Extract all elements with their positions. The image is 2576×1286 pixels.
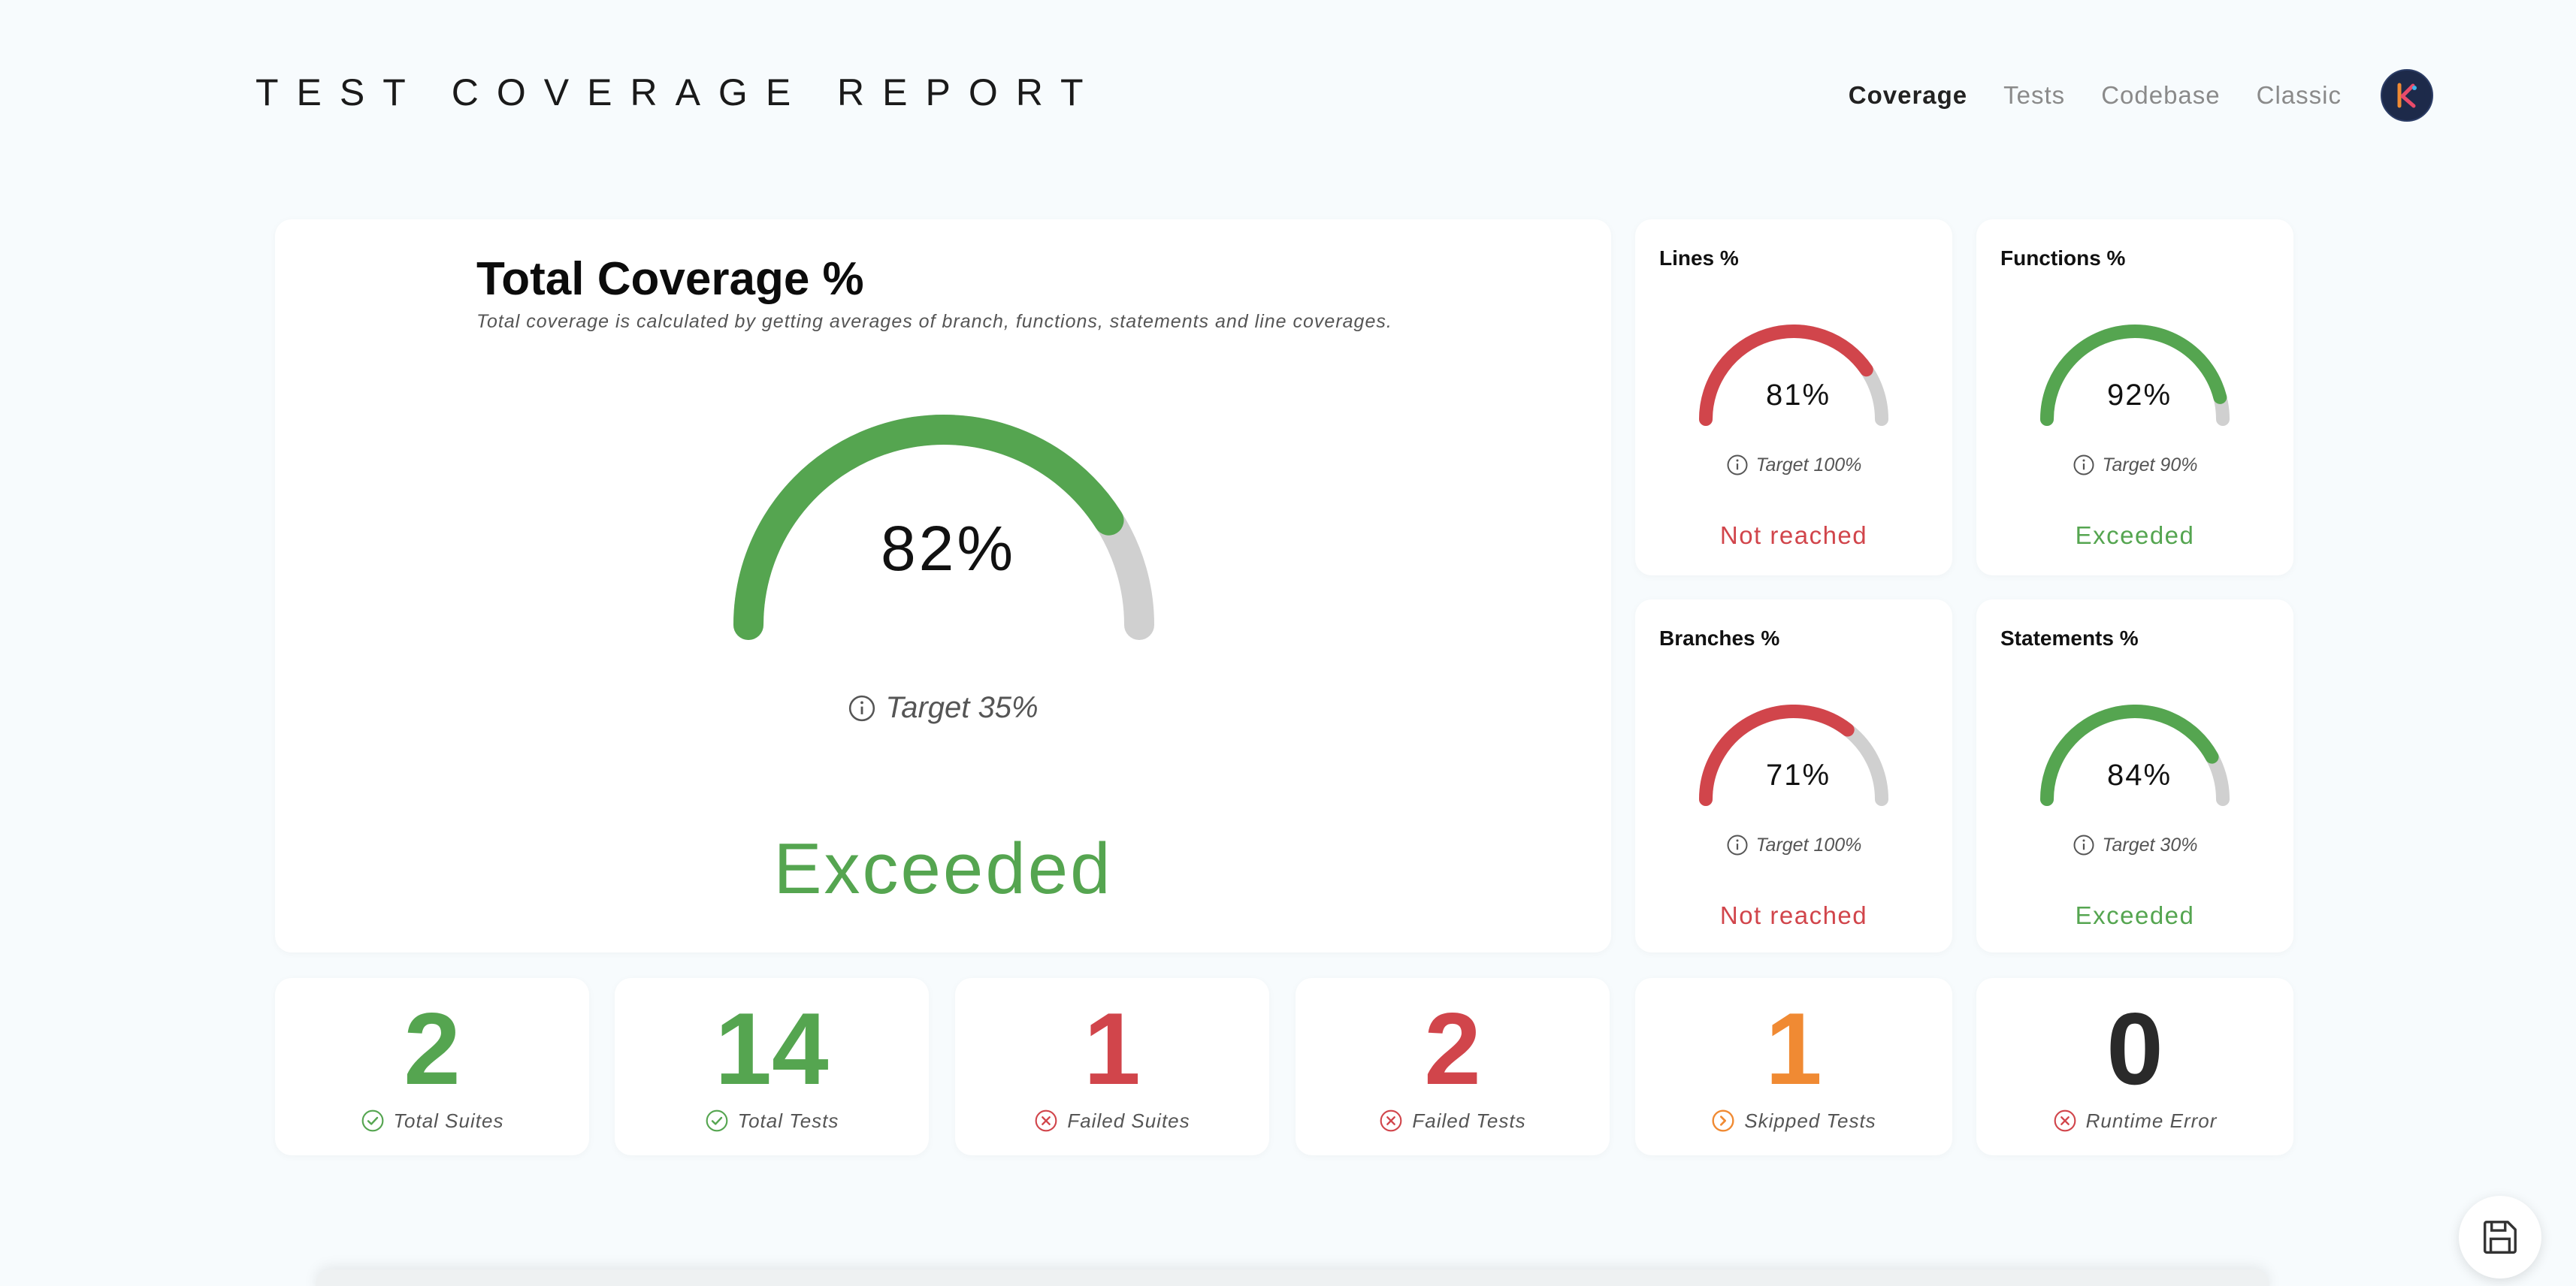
logo-icon [2389, 77, 2425, 113]
x-circle-icon [2053, 1109, 2077, 1133]
nav-tests[interactable]: Tests [2003, 81, 2065, 110]
target-label: Target 100% [1755, 454, 1862, 475]
metric-status: Exceeded [2075, 901, 2195, 929]
top-nav: Coverage Tests Codebase Classic [1849, 69, 2433, 122]
target-label: Target 35% [885, 691, 1039, 724]
check-circle-icon [705, 1109, 729, 1133]
stat-label: Skipped Tests [1635, 1109, 1952, 1133]
info-icon [1727, 454, 1748, 475]
target-label: Target 100% [1755, 834, 1862, 856]
nav-codebase[interactable]: Codebase [2101, 81, 2220, 110]
info-icon [849, 695, 875, 721]
metric-target: Target 30% [1976, 834, 2293, 856]
check-circle-icon [361, 1109, 385, 1133]
stat-value: 14 [715, 992, 829, 1106]
lines-coverage-card: Lines % 81% Target 100% Not reached [1635, 219, 1952, 575]
stat-label-text: Skipped Tests [1744, 1109, 1876, 1132]
stat-label: Failed Suites [955, 1109, 1269, 1133]
functions-coverage-card: Functions % 92% Target 90% Exceeded [1976, 219, 2293, 575]
total-coverage-card: Total Coverage % Total coverage is calcu… [275, 219, 1611, 952]
target-label: Target 30% [2102, 834, 2198, 856]
info-icon [2073, 835, 2094, 856]
total-coverage-value: 82% [880, 513, 1017, 584]
stat-value: 1 [1084, 992, 1141, 1106]
stat-label-text: Failed Suites [1067, 1109, 1190, 1132]
total-coverage-title: Total Coverage % [476, 253, 864, 305]
metric-title: Statements % [2000, 626, 2139, 650]
metric-target: Target 100% [1635, 454, 1952, 476]
nav-coverage[interactable]: Coverage [1849, 81, 1967, 110]
metric-status: Not reached [1719, 901, 1868, 929]
save-button[interactable] [2459, 1196, 2541, 1278]
stat-value: 2 [1424, 992, 1481, 1106]
total-coverage-target: Target 35% [275, 691, 1611, 725]
info-icon [1727, 835, 1748, 856]
skip-circle-icon [1711, 1109, 1735, 1133]
metric-value: 81% [1765, 379, 1831, 412]
avatar[interactable] [2381, 69, 2433, 122]
stat-label-text: Runtime Error [2085, 1109, 2218, 1132]
stat-label: Total Tests [615, 1109, 929, 1133]
nav-classic[interactable]: Classic [2257, 81, 2342, 110]
metric-value: 92% [2106, 379, 2172, 412]
info-icon [2073, 454, 2094, 475]
stat-label-text: Total Tests [737, 1109, 839, 1132]
stat-card-total-suites: 2 Total Suites [275, 978, 589, 1155]
report-title: TEST COVERAGE REPORT [255, 71, 1102, 113]
stat-label-text: Total Suites [393, 1109, 504, 1132]
metric-value: 71% [1765, 759, 1831, 792]
metric-status: Exceeded [2075, 521, 2195, 549]
x-circle-icon [1379, 1109, 1403, 1133]
stat-card-skipped-tests: 1 Skipped Tests [1635, 978, 1952, 1155]
stat-card-failed-tests: 2 Failed Tests [1296, 978, 1610, 1155]
branches-coverage-card: Branches % 71% Target 100% Not reached [1635, 599, 1952, 952]
metric-target: Target 90% [1976, 454, 2293, 476]
metric-title: Branches % [1659, 626, 1780, 650]
target-label: Target 90% [2102, 454, 2198, 475]
metric-status: Not reached [1719, 521, 1868, 549]
metric-title: Functions % [2000, 246, 2126, 270]
stat-label: Total Suites [275, 1109, 589, 1133]
stat-label: Failed Tests [1296, 1109, 1610, 1133]
stat-value: 0 [2106, 992, 2163, 1106]
stat-card-runtime-error: 0 Runtime Error [1976, 978, 2293, 1155]
save-icon [2484, 1221, 2517, 1254]
stat-value: 1 [1765, 992, 1822, 1106]
total-coverage-status: Exceeded [773, 829, 1113, 909]
metric-value: 84% [2106, 759, 2172, 792]
bottom-panel-edge [316, 1269, 2269, 1286]
metric-title: Lines % [1659, 246, 1739, 270]
metric-target: Target 100% [1635, 834, 1952, 856]
coverage-report-page: TEST COVERAGE REPORT Coverage Tests Code… [0, 0, 2576, 1286]
statements-coverage-card: Statements % 84% Target 30% Exceeded [1976, 599, 2293, 952]
stat-value: 2 [404, 992, 461, 1106]
stat-label-text: Failed Tests [1412, 1109, 1526, 1132]
x-circle-icon [1034, 1109, 1058, 1133]
stat-card-total-tests: 14 Total Tests [615, 978, 929, 1155]
stat-card-failed-suites: 1 Failed Suites [955, 978, 1269, 1155]
stat-label: Runtime Error [1976, 1109, 2293, 1133]
total-coverage-description: Total coverage is calculated by getting … [476, 311, 1392, 332]
